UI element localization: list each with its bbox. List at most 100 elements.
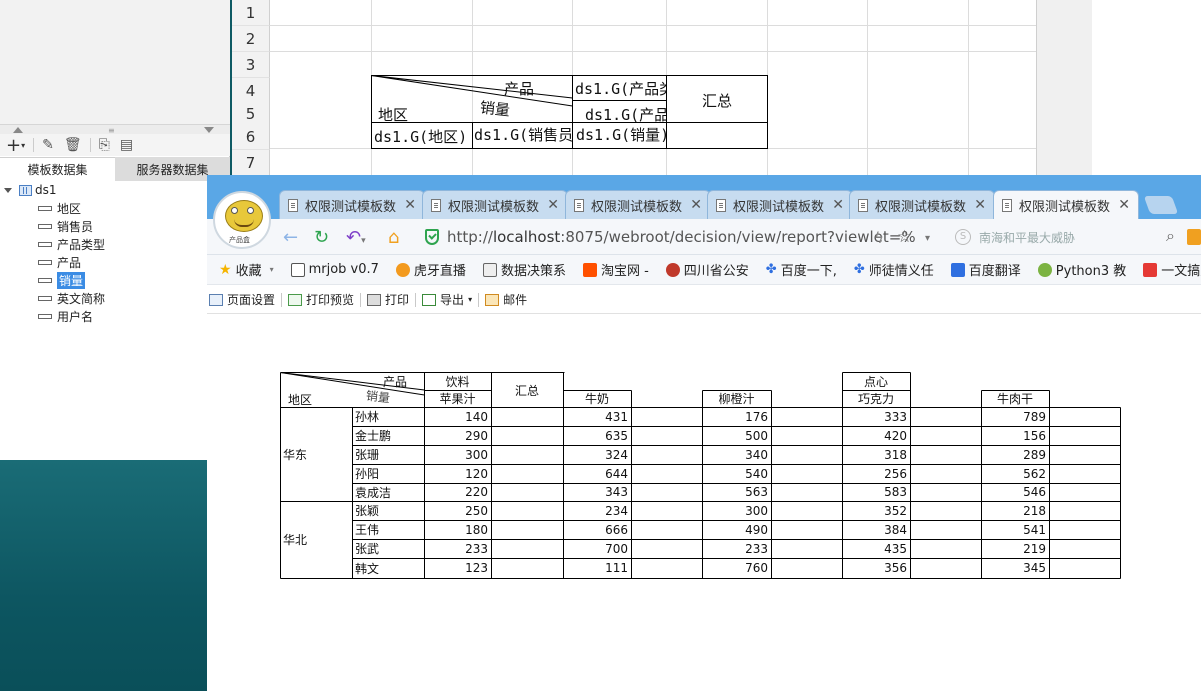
- close-tab-icon[interactable]: ✕: [832, 197, 844, 213]
- bookmark-item[interactable]: 虎牙直播: [395, 260, 466, 279]
- document-icon: [1002, 198, 1012, 212]
- button-label: 打印预览: [306, 293, 355, 307]
- template-product-header[interactable]: 产品: [504, 78, 534, 99]
- home-icon[interactable]: ⌂: [388, 227, 399, 248]
- browser-tab[interactable]: 权限测试模板数 ✕: [849, 190, 995, 219]
- browser-logo[interactable]: 产品盒: [213, 191, 271, 249]
- template-region-header[interactable]: 地区: [378, 104, 408, 125]
- search-field[interactable]: S 南海和平最大威胁 ⌕: [955, 224, 1185, 250]
- close-tab-icon[interactable]: ✕: [974, 197, 986, 213]
- bookmark-label: 师徒情义任: [868, 264, 934, 279]
- panel-splitter[interactable]: ≡: [0, 124, 230, 135]
- close-tab-icon[interactable]: ✕: [1118, 197, 1130, 213]
- bookmark-favorites[interactable]: ★ 收藏 ▾: [219, 260, 274, 280]
- search-icon[interactable]: ⌕: [1166, 226, 1175, 246]
- page-setup-button[interactable]: 页面设置: [209, 291, 275, 308]
- dataset-tabs: 模板数据集 服务器数据集: [0, 157, 230, 181]
- document-icon: [288, 198, 298, 212]
- tab-title: 权限测试模板数: [875, 199, 967, 215]
- lightning-icon[interactable]: ϟ: [874, 229, 884, 247]
- email-button[interactable]: 邮件: [485, 291, 527, 308]
- export-button[interactable]: 导出 ▾: [422, 291, 472, 308]
- browser-window: 权限测试模板数 ✕ 权限测试模板数 ✕ 权限测试模板数 ✕ 权限测试模板数 ✕ 权限测试…: [207, 175, 1201, 691]
- toolbar-separator: [478, 292, 480, 307]
- bookmark-item[interactable]: mrjob v0.7: [290, 262, 379, 277]
- desktop-background: [0, 460, 207, 691]
- bookmark-item[interactable]: 淘宝网 -: [582, 260, 649, 279]
- dropdown-icon[interactable]: ▾: [925, 233, 930, 244]
- field-icon: [38, 206, 52, 211]
- expand-caret-icon[interactable]: [4, 187, 12, 193]
- add-icon[interactable]: + ▾: [6, 135, 25, 156]
- star-icon[interactable]: ☆: [897, 227, 912, 247]
- bookmark-item[interactable]: 百度翻译: [950, 260, 1021, 279]
- bookmark-item[interactable]: ✤ 师徒情义任: [854, 260, 934, 279]
- browser-tab[interactable]: 权限测试模板数 ✕: [422, 190, 568, 219]
- bookmark-icon: [395, 262, 410, 277]
- close-tab-icon[interactable]: ✕: [690, 197, 702, 213]
- browser-tab-active[interactable]: 权限测试模板数 ✕: [993, 190, 1139, 219]
- tree-field-product[interactable]: 产品: [38, 254, 81, 271]
- extension-icon[interactable]: [1187, 229, 1201, 245]
- print-button[interactable]: 打印: [367, 291, 409, 308]
- tab-title: 权限测试模板数: [733, 199, 825, 215]
- browser-tab[interactable]: 权限测试模板数 ✕: [279, 190, 425, 219]
- template-cell-region[interactable]: ds1.G(地区): [374, 126, 472, 146]
- template-summary[interactable]: 汇总: [702, 90, 732, 111]
- refresh-icon[interactable]: ↻: [314, 227, 329, 248]
- logo-eye-icon: [231, 207, 238, 214]
- tree-field-salesman[interactable]: 销售员: [38, 218, 93, 235]
- sql-icon[interactable]: ▤: [120, 136, 133, 154]
- field-label: 产品类型: [57, 238, 106, 252]
- bookmark-label: 百度一下,: [780, 264, 837, 279]
- secure-shield-icon: [425, 229, 439, 245]
- tree-field-username[interactable]: 用户名: [38, 308, 93, 325]
- bookmark-item[interactable]: 数据决策系: [482, 260, 566, 279]
- template-sales-header[interactable]: 销量: [479, 96, 511, 120]
- browser-tab[interactable]: 权限测试模板数 ✕: [707, 190, 853, 219]
- toolbar-separator: [33, 138, 35, 152]
- delete-icon[interactable]: 🗑: [64, 136, 82, 154]
- bookmark-label: 四川省公安: [683, 264, 749, 279]
- back-icon[interactable]: ←: [283, 227, 298, 248]
- collapse-up-icon[interactable]: [13, 127, 23, 133]
- bookmark-label: 收藏: [235, 264, 262, 279]
- field-label: 产品: [57, 256, 82, 270]
- field-label: 销量: [57, 272, 86, 289]
- template-cell-product[interactable]: ds1.G(产品): [585, 104, 666, 122]
- browser-tab[interactable]: 权限测试模板数 ✕: [565, 190, 711, 219]
- toolbar-separator: [89, 138, 91, 152]
- url-field[interactable]: http://localhost:8075/webroot/decision/v…: [425, 224, 945, 250]
- toolbar-separator: [415, 292, 417, 307]
- close-tab-icon[interactable]: ✕: [547, 197, 559, 213]
- tree-field-english-abbr[interactable]: 英文简称: [38, 290, 105, 307]
- button-label: 打印: [385, 293, 410, 307]
- close-tab-icon[interactable]: ✕: [404, 197, 416, 213]
- tab-template-dataset[interactable]: 模板数据集: [0, 157, 115, 181]
- tree-field-sales[interactable]: 销量: [38, 272, 86, 289]
- bookmark-item[interactable]: ✤ 百度一下,: [766, 260, 837, 279]
- bookmark-icon: [1037, 262, 1052, 277]
- bookmark-item[interactable]: 四川省公安: [665, 260, 749, 279]
- new-tab-button[interactable]: [1143, 196, 1179, 214]
- design-sheet[interactable]: 1 2 3 4 5 6 7 产品 销量 地区 ds1.G(产品类型) ds1.G…: [232, 0, 1036, 175]
- tree-root-ds1[interactable]: ds1: [4, 182, 57, 198]
- template-cell-product-type[interactable]: ds1.G(产品类型): [575, 78, 666, 100]
- bookmark-label: 淘宝网 -: [600, 264, 649, 279]
- tree-field-product-type[interactable]: 产品类型: [38, 236, 105, 253]
- document-icon: [574, 198, 584, 212]
- preview-icon[interactable]: ⎘: [99, 136, 110, 154]
- dropdown-icon: ▾: [468, 295, 473, 304]
- template-cell-sales[interactable]: ds1.G(销量): [576, 124, 666, 146]
- page-setup-icon: [209, 293, 223, 306]
- edit-icon[interactable]: ✎: [42, 136, 54, 154]
- bookmark-item[interactable]: 一文搞定十: [1143, 260, 1201, 279]
- field-icon: [38, 278, 52, 283]
- template-cell-salesman[interactable]: ds1.G(销售员): [474, 124, 572, 146]
- collapse-down-icon[interactable]: [204, 127, 214, 133]
- undo-icon[interactable]: ↶▾: [346, 227, 366, 248]
- tree-field-region[interactable]: 地区: [38, 200, 81, 217]
- bookmark-item[interactable]: Python3 教: [1037, 260, 1126, 279]
- address-bar-row: ← ↻ ↶▾ ⌂ http://localhost:8075/webroot/d…: [207, 219, 1201, 255]
- print-preview-button[interactable]: 打印预览: [288, 291, 354, 308]
